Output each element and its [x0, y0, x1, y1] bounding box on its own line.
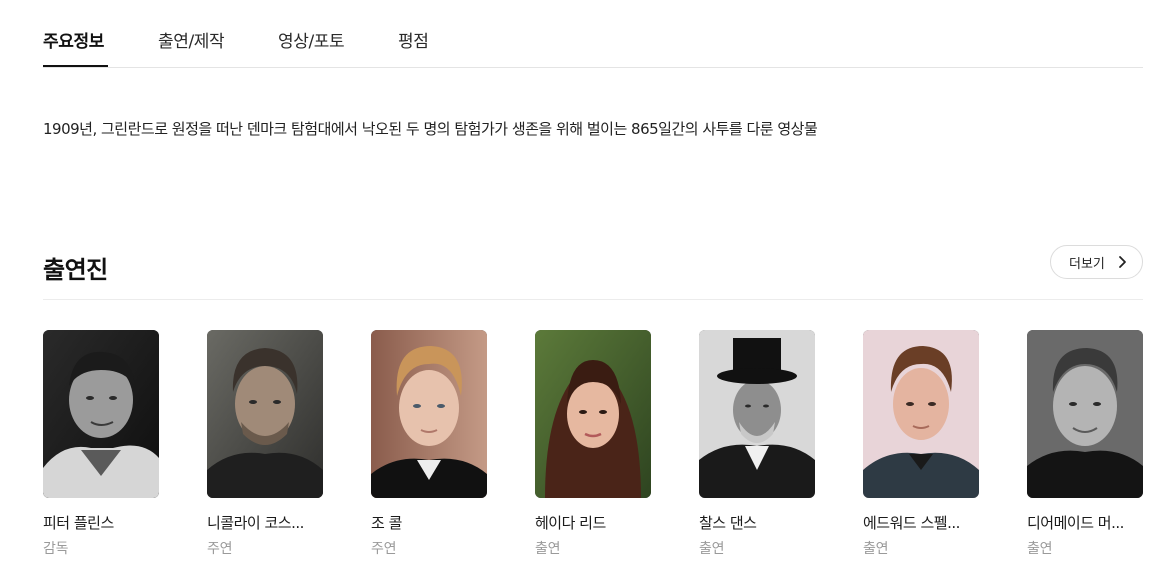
- tab-main-info[interactable]: 주요정보: [43, 27, 104, 52]
- cast-card[interactable]: 헤이다 리드 출연: [535, 330, 651, 558]
- cast-photo[interactable]: [207, 330, 323, 498]
- cast-photo[interactable]: [863, 330, 979, 498]
- cast-list: 피터 플린스 감독 니콜라이 코스... 주연 조 콜 주연 헤이다 리드 출연…: [43, 330, 1153, 570]
- synopsis-text: 1909년, 그린란드로 원정을 떠난 덴마크 탐험대에서 낙오된 두 명의 탐…: [43, 120, 818, 138]
- cast-name[interactable]: 조 콜: [371, 512, 487, 533]
- tab-video-photo[interactable]: 영상/포토: [278, 27, 345, 52]
- cast-card[interactable]: 조 콜 주연: [371, 330, 487, 558]
- tab-ratings[interactable]: 평점: [398, 27, 429, 52]
- cast-card[interactable]: 에드워드 스펠... 출연: [863, 330, 979, 558]
- cast-card[interactable]: 피터 플린스 감독: [43, 330, 159, 558]
- tab-cast-crew[interactable]: 출연/제작: [158, 27, 225, 52]
- cast-section-header: 출연진 더보기: [43, 240, 1143, 300]
- cast-card[interactable]: 찰스 댄스 출연: [699, 330, 815, 558]
- cast-name[interactable]: 찰스 댄스: [699, 512, 815, 533]
- cast-role: 주연: [207, 541, 233, 557]
- cast-card[interactable]: 니콜라이 코스... 주연: [207, 330, 323, 558]
- cast-role: 출연: [1027, 541, 1053, 557]
- cast-photo[interactable]: [43, 330, 159, 498]
- more-button[interactable]: 더보기: [1050, 245, 1143, 279]
- more-button-label: 더보기: [1069, 256, 1105, 272]
- cast-name[interactable]: 디어메이드 머...: [1027, 512, 1143, 533]
- cast-role: 출연: [535, 541, 561, 557]
- chevron-right-icon: [1119, 256, 1126, 268]
- cast-role: 주연: [371, 541, 397, 557]
- cast-role: 출연: [699, 541, 725, 557]
- cast-name[interactable]: 에드워드 스펠...: [863, 512, 979, 533]
- cast-photo[interactable]: [371, 330, 487, 498]
- active-tab-indicator: [43, 65, 108, 67]
- cast-card[interactable]: 디어메이드 머... 출연: [1027, 330, 1143, 558]
- cast-photo[interactable]: [1027, 330, 1143, 498]
- cast-role: 감독: [43, 541, 69, 557]
- cast-photo[interactable]: [699, 330, 815, 498]
- tab-bar: 주요정보 출연/제작 영상/포토 평점: [43, 0, 1143, 68]
- cast-name[interactable]: 니콜라이 코스...: [207, 512, 323, 533]
- cast-photo[interactable]: [535, 330, 651, 498]
- cast-name[interactable]: 헤이다 리드: [535, 512, 651, 533]
- cast-name[interactable]: 피터 플린스: [43, 512, 159, 533]
- cast-section-title: 출연진: [43, 256, 108, 284]
- cast-role: 출연: [863, 541, 889, 557]
